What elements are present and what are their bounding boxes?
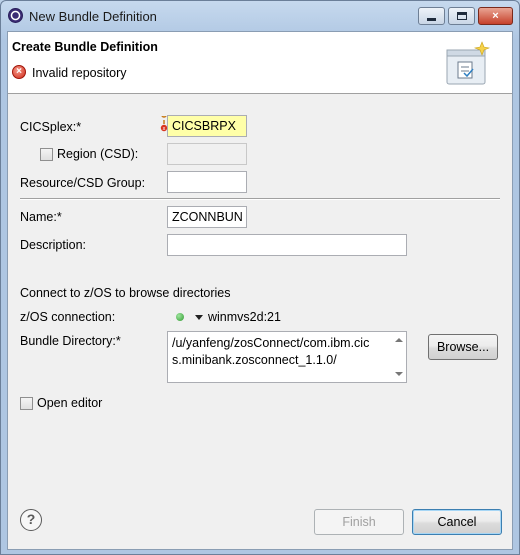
maximize-icon: [456, 12, 467, 20]
resource-group-label: Resource/CSD Group:: [20, 176, 146, 190]
zos-connection-value[interactable]: winmvs2d:21: [208, 310, 281, 324]
cicsplex-label: CICSplex:*: [20, 120, 82, 134]
name-input[interactable]: ZCONNBUN: [167, 206, 247, 228]
error-icon: ×: [12, 65, 26, 79]
close-icon: ×: [492, 10, 499, 22]
eclipse-app-icon: [8, 8, 23, 23]
bundle-directory-scrollbar[interactable]: [392, 332, 406, 382]
separator: [20, 198, 500, 200]
dialog-window: New Bundle Definition × Create Bundle De…: [0, 0, 520, 555]
scroll-up-icon[interactable]: [395, 338, 403, 342]
region-label: Region (CSD):: [57, 147, 139, 161]
resource-group-input[interactable]: [167, 171, 247, 193]
cancel-button[interactable]: Cancel: [412, 509, 502, 535]
bundle-wizard-icon: [446, 41, 491, 85]
window-title: New Bundle Definition: [29, 9, 157, 24]
bundle-directory-label: Bundle Directory:*: [20, 334, 121, 348]
open-editor-label: Open editor: [37, 396, 103, 410]
minimize-icon: [427, 17, 436, 21]
description-input[interactable]: [167, 234, 407, 256]
name-label: Name:*: [20, 210, 62, 224]
close-button[interactable]: ×: [478, 7, 513, 25]
finish-button[interactable]: Finish: [314, 509, 404, 535]
bundle-directory-input[interactable]: /u/yanfeng/zosConnect/com.ibm.cic s.mini…: [167, 331, 407, 383]
error-message: Invalid repository: [32, 66, 127, 80]
region-checkbox[interactable]: [40, 148, 53, 161]
browse-button[interactable]: Browse...: [428, 334, 498, 360]
description-label: Description:: [20, 238, 86, 252]
wizard-header: Create Bundle Definition × Invalid repos…: [8, 32, 512, 94]
maximize-button[interactable]: [448, 7, 475, 25]
page-title: Create Bundle Definition: [12, 40, 158, 54]
bundle-directory-line-1: /u/yanfeng/zosConnect/com.ibm.cic: [172, 336, 370, 350]
bundle-directory-line-2: s.minibank.zosconnect_1.1.0/: [172, 353, 337, 367]
scroll-down-icon[interactable]: [395, 372, 403, 376]
svg-text:x: x: [163, 126, 166, 132]
title-bar[interactable]: New Bundle Definition ×: [1, 1, 519, 31]
help-icon[interactable]: ?: [20, 509, 42, 531]
connection-dropdown-icon[interactable]: [195, 315, 203, 320]
open-editor-checkbox[interactable]: [20, 397, 33, 410]
dialog-client-area: Create Bundle Definition × Invalid repos…: [7, 31, 513, 550]
connect-heading: Connect to z/OS to browse directories: [20, 286, 231, 300]
cicsplex-input[interactable]: CICSBRPX: [167, 115, 247, 137]
minimize-button[interactable]: [418, 7, 445, 25]
connection-status-icon: [176, 313, 184, 321]
region-input[interactable]: [167, 143, 247, 165]
zos-connection-label: z/OS connection:: [20, 310, 116, 324]
